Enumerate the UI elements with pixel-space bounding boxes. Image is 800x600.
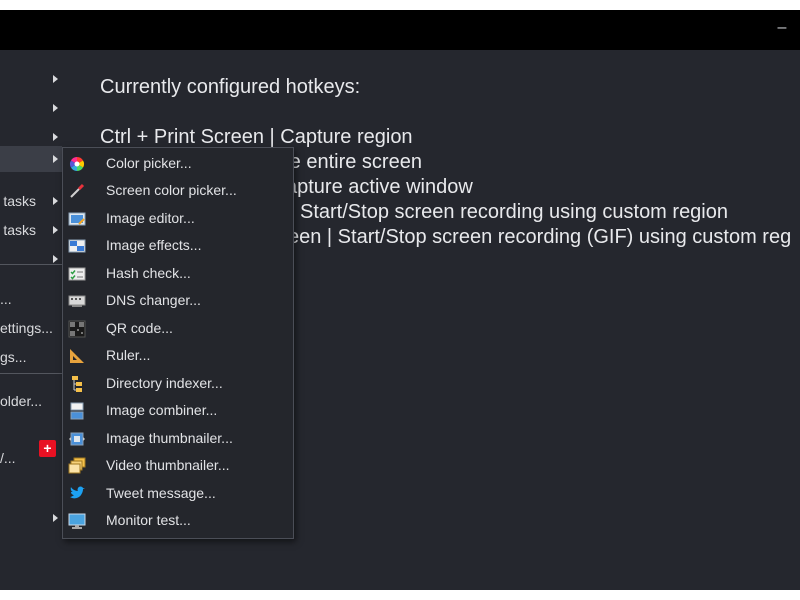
main-menu: tasks tasks ... ettings... gs... older..… (0, 50, 62, 590)
main-menu-item[interactable]: tasks (0, 188, 62, 214)
menu-item-qr-code[interactable]: QR code... (63, 315, 293, 342)
main-menu-item[interactable] (0, 66, 62, 92)
main-menu-item-tools[interactable] (0, 146, 62, 172)
main-menu-item[interactable]: older... (0, 388, 62, 414)
main-menu-item-label: older... (0, 393, 43, 409)
hotkey-line: apture active window (286, 176, 473, 198)
menu-item-image-combiner[interactable]: Image combiner... (63, 397, 293, 424)
hotkey-line: Ctrl + Print Screen | Capture region (100, 126, 413, 148)
menu-separator (0, 373, 62, 374)
ruler-icon (70, 349, 84, 363)
menu-item-monitor-test[interactable]: Monitor test... (63, 507, 293, 534)
dns-icon (68, 295, 86, 307)
color-wheel-icon (70, 157, 84, 171)
hotkey-line: re entire screen (283, 151, 422, 173)
tools-submenu: Color picker... Screen color picker... I… (62, 147, 294, 539)
main-menu-item-label: tasks (3, 222, 36, 238)
title-bar: – (0, 10, 800, 50)
hotkey-line: Start/Stop screen recording using custom… (300, 201, 728, 223)
main-menu-item[interactable] (0, 474, 62, 500)
menu-item-screen-color-picker[interactable]: Screen color picker... (63, 177, 293, 204)
menu-item-label: Video thumbnailer... (106, 457, 230, 473)
menu-item-dns-changer[interactable]: DNS changer... (63, 287, 293, 314)
image-combiner-icon (70, 402, 84, 420)
main-menu-item[interactable] (0, 505, 62, 531)
menu-item-tweet-message[interactable]: Tweet message... (63, 480, 293, 507)
hash-check-icon (68, 267, 86, 281)
main-menu-item[interactable] (0, 95, 62, 121)
submenu-arrow-icon (53, 104, 58, 112)
menu-item-label: Image effects... (106, 237, 202, 253)
menu-separator (0, 264, 62, 265)
menu-item-label: Tweet message... (106, 485, 216, 501)
main-menu-item-label: ... (0, 291, 12, 307)
video-thumbnailer-icon (68, 457, 86, 474)
submenu-arrow-icon (53, 133, 58, 141)
main-menu-item[interactable]: gs... (0, 344, 62, 370)
hotkeys-heading: Currently configured hotkeys: (100, 76, 361, 98)
directory-indexer-icon (72, 376, 82, 392)
menu-item-color-picker[interactable]: Color picker... (63, 150, 293, 177)
menu-item-label: Directory indexer... (106, 375, 223, 391)
main-menu-item-label: /... (0, 450, 16, 466)
menu-item-label: Screen color picker... (106, 182, 237, 198)
menu-item-label: Hash check... (106, 265, 191, 281)
plus-badge-icon: + (39, 440, 56, 457)
menu-item-image-thumbnailer[interactable]: Image thumbnailer... (63, 425, 293, 452)
main-menu-item-label: tasks (3, 193, 36, 209)
image-effects-icon (68, 239, 86, 253)
main-menu-item-label: ettings... (0, 320, 53, 336)
submenu-arrow-icon (53, 226, 58, 234)
image-thumbnailer-icon (69, 432, 85, 446)
menu-item-image-editor[interactable]: Image editor... (63, 205, 293, 232)
submenu-arrow-icon (53, 197, 58, 205)
submenu-arrow-icon (53, 514, 58, 522)
menu-item-directory-indexer[interactable]: Directory indexer... (63, 370, 293, 397)
qr-code-icon (68, 320, 86, 338)
menu-item-label: Color picker... (106, 155, 192, 171)
menu-item-label: Image thumbnailer... (106, 430, 233, 446)
main-menu-item[interactable]: tasks (0, 217, 62, 243)
image-editor-icon (68, 212, 86, 226)
main-menu-item[interactable]: ettings... (0, 315, 62, 341)
eyedropper-icon (70, 183, 85, 198)
twitter-bird-icon (70, 486, 85, 499)
menu-item-label: Ruler... (106, 347, 151, 363)
main-menu-item-label: gs... (0, 349, 27, 365)
submenu-arrow-icon (53, 75, 58, 83)
main-menu-item[interactable] (0, 416, 62, 442)
main-menu-item[interactable]: ... (0, 286, 62, 312)
menu-item-hash-check[interactable]: Hash check... (63, 260, 293, 287)
minimize-button[interactable]: – (772, 18, 792, 38)
submenu-arrow-icon (53, 255, 58, 263)
menu-item-label: Monitor test... (106, 512, 191, 528)
main-menu-item[interactable] (0, 246, 62, 272)
menu-item-label: DNS changer... (106, 292, 201, 308)
menu-item-ruler[interactable]: Ruler... (63, 342, 293, 369)
menu-item-label: Image editor... (106, 210, 195, 226)
menu-item-label: Image combiner... (106, 402, 218, 418)
hotkey-line: een | Start/Stop screen recording (GIF) … (288, 226, 792, 248)
monitor-icon (68, 513, 86, 529)
menu-item-label: QR code... (106, 320, 173, 336)
app-window: – tasks tasks ... ettings... gs... older… (0, 10, 800, 590)
menu-item-image-effects[interactable]: Image effects... (63, 232, 293, 259)
submenu-arrow-icon (53, 155, 58, 163)
menu-item-video-thumbnailer[interactable]: Video thumbnailer... (63, 452, 293, 479)
